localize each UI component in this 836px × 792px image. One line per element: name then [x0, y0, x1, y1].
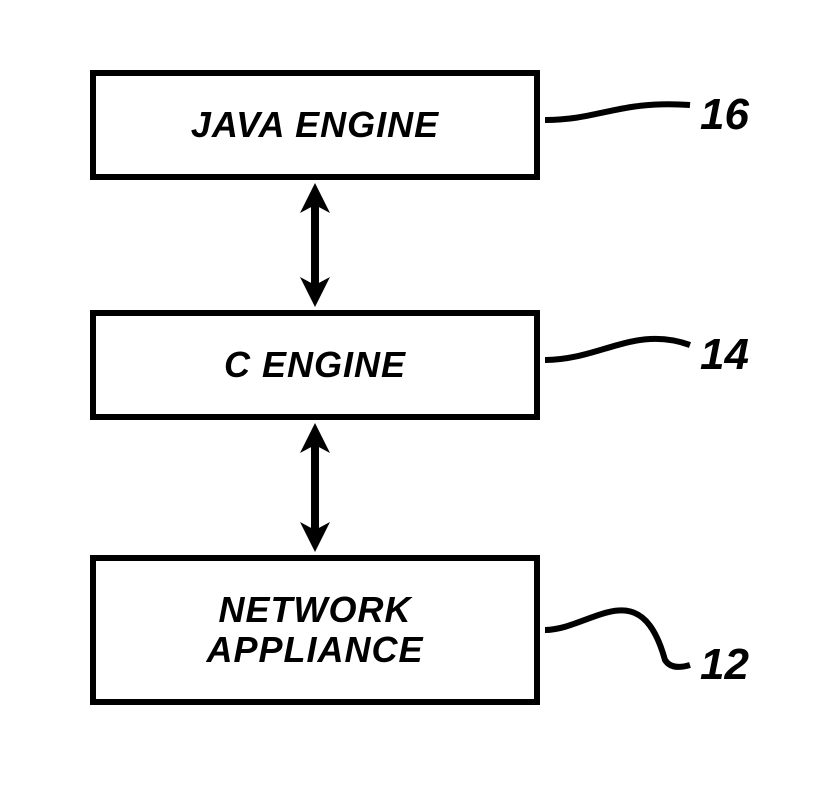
box-c-engine-label: C ENGINE: [224, 345, 406, 385]
leader-14: [545, 339, 690, 360]
box-c-engine: C ENGINE: [90, 310, 540, 420]
arrow-top-middle: [300, 183, 330, 307]
arrow-middle-bottom: [300, 423, 330, 552]
leader-12: [545, 610, 690, 666]
diagram-canvas: JAVA ENGINE 16 C ENGINE 14 NETWORK APPLI…: [0, 0, 836, 792]
box-network-appliance: NETWORK APPLIANCE: [90, 555, 540, 705]
box-java-engine: JAVA ENGINE: [90, 70, 540, 180]
box-java-engine-label: JAVA ENGINE: [191, 105, 439, 145]
leader-16: [545, 104, 690, 120]
box-network-appliance-label: NETWORK APPLIANCE: [206, 590, 423, 669]
ref-network-appliance: 12: [700, 640, 749, 690]
ref-java-engine: 16: [700, 90, 749, 140]
ref-c-engine: 14: [700, 330, 749, 380]
